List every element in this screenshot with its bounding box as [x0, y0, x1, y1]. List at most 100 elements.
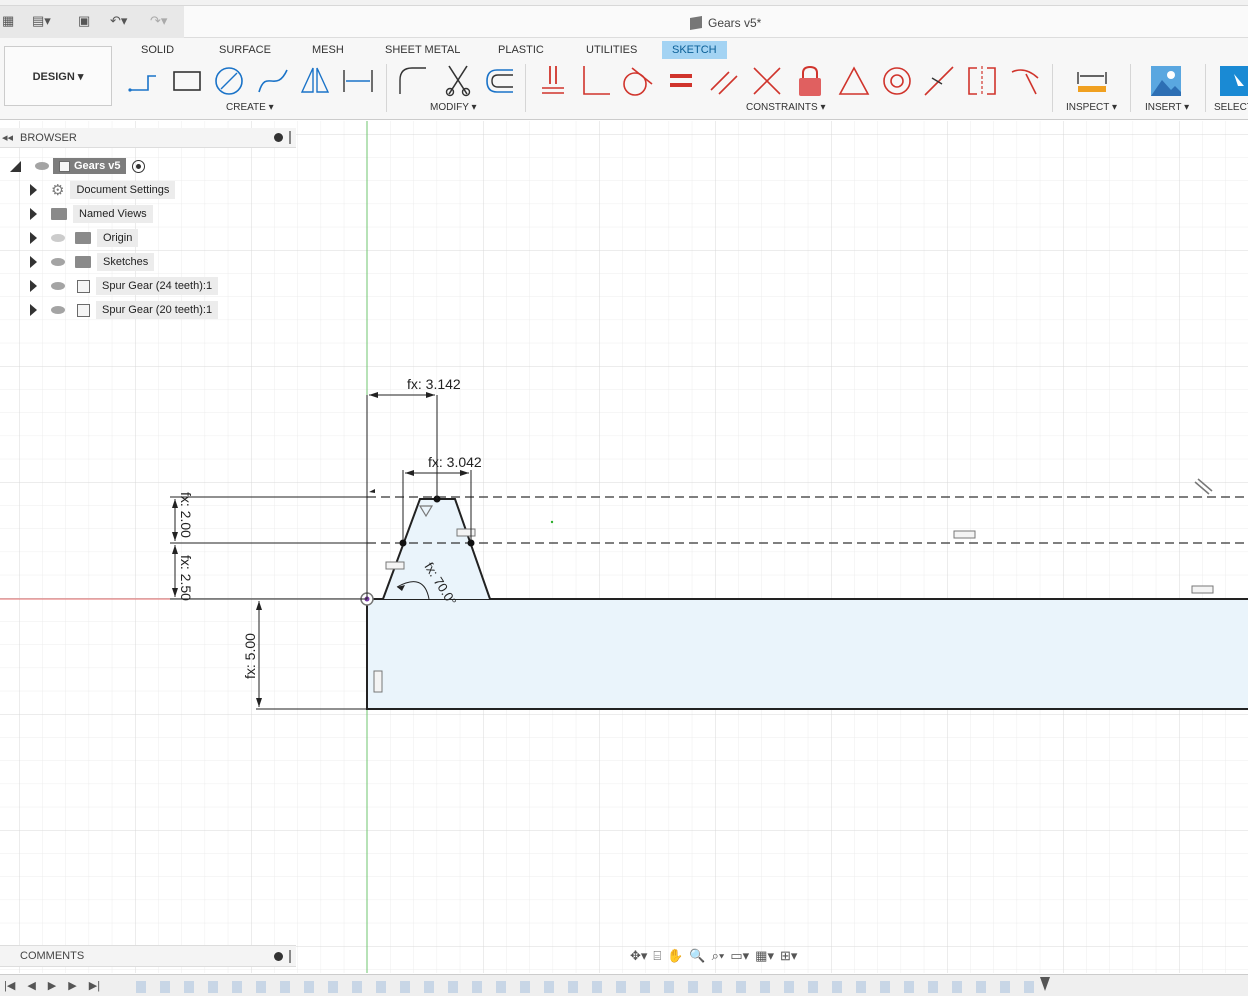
zoom-icon[interactable]: 🔍 [689, 948, 705, 964]
collinear-constraint-icon[interactable] [750, 64, 784, 98]
fillet-tool-icon[interactable] [396, 64, 430, 98]
symmetry-constraint-icon[interactable] [965, 64, 999, 98]
go-to-start-icon[interactable]: |◀ [4, 979, 15, 992]
collapse-triangle-icon[interactable] [10, 160, 21, 172]
vertical-constraint-glyph[interactable] [373, 670, 383, 693]
expand-triangle-icon[interactable] [30, 184, 37, 196]
curvature-constraint-icon[interactable] [1008, 64, 1042, 98]
coincident-constraint-icon[interactable] [536, 64, 570, 98]
viewports-icon[interactable]: ⊞▾ [780, 948, 797, 964]
app-grid-icon[interactable]: ▦ [2, 12, 14, 30]
rectangle-tool-icon[interactable] [170, 64, 204, 98]
perpendicular-constraint-icon[interactable] [578, 64, 612, 98]
trim-tool-icon[interactable] [441, 64, 475, 98]
visibility-eye-icon[interactable] [35, 162, 49, 170]
modify-menu[interactable]: MODIFY ▾ [430, 102, 477, 113]
browser-item-document-settings[interactable]: ⚙ Document Settings [30, 180, 176, 200]
grid-settings-icon[interactable]: ▦▾ [755, 948, 774, 964]
parallel-constraint-icon[interactable] [707, 64, 741, 98]
save-icon[interactable]: ▣ [78, 12, 90, 30]
select-menu[interactable]: SELECT [1214, 102, 1248, 113]
tab-sketch[interactable]: SKETCH [662, 41, 727, 59]
measure-tool-icon[interactable] [1075, 64, 1109, 98]
triangle-constraint-icon[interactable] [837, 64, 871, 98]
orbit-icon[interactable]: ✥▾ [630, 948, 647, 964]
play-icon[interactable]: ▶ [48, 979, 56, 992]
tab-surface[interactable]: SURFACE [209, 41, 281, 59]
offset-tool-icon[interactable] [483, 64, 517, 98]
dimension-height-b-label[interactable]: fx: 2.50 [178, 555, 194, 601]
zoom-window-icon[interactable]: ⌕▾ [712, 948, 725, 964]
panel-resize-handle[interactable] [289, 131, 291, 144]
browser-options-icon[interactable] [274, 133, 283, 142]
add-comment-icon[interactable] [274, 952, 283, 961]
step-back-icon[interactable]: ◀ [27, 979, 35, 992]
collapse-browser-icon[interactable]: ◂◂ [2, 131, 13, 144]
insert-image-icon[interactable] [1149, 64, 1183, 98]
expand-triangle-icon[interactable] [30, 256, 37, 268]
browser-item-named-views[interactable]: Named Views [30, 204, 153, 224]
tab-plastic[interactable]: PLASTIC [488, 41, 554, 59]
root-component-label[interactable]: Gears v5 [53, 158, 127, 174]
expand-triangle-icon[interactable] [30, 304, 37, 316]
tab-solid[interactable]: SOLID [131, 41, 184, 59]
panel-resize-handle[interactable] [289, 950, 291, 963]
insert-menu[interactable]: INSERT ▾ [1145, 102, 1189, 113]
tab-sheet-metal[interactable]: SHEET METAL [375, 41, 470, 59]
go-to-end-icon[interactable]: ▶| [89, 979, 100, 992]
dimension-height-c-label[interactable]: fx: 5.00 [242, 633, 258, 679]
browser-item-sketches[interactable]: Sketches [30, 252, 155, 272]
design-workspace-button[interactable]: DESIGN ▾ [4, 46, 112, 106]
browser-item-origin[interactable]: Origin [30, 228, 139, 248]
visibility-eye-icon[interactable] [51, 282, 65, 290]
line-tool-icon[interactable] [126, 64, 160, 98]
browser-item-spur-gear-24[interactable]: Spur Gear (24 teeth):1 [30, 276, 219, 296]
create-menu[interactable]: CREATE ▾ [226, 102, 274, 113]
equal-constraint-glyph[interactable] [456, 528, 476, 537]
concentric-constraint-icon[interactable] [880, 64, 914, 98]
expand-triangle-icon[interactable] [30, 280, 37, 292]
pitch-left-point[interactable] [399, 539, 407, 547]
tangent-constraint-icon[interactable] [620, 64, 654, 98]
inspect-menu[interactable]: INSPECT ▾ [1066, 102, 1117, 113]
expand-triangle-icon[interactable] [30, 232, 37, 244]
dimension-tool-icon[interactable] [341, 64, 375, 98]
midpoint-constraint-icon[interactable] [922, 64, 956, 98]
step-forward-icon[interactable]: ▶ [68, 979, 76, 992]
base-rectangle-profile[interactable] [366, 598, 1248, 710]
fix-lock-icon[interactable] [793, 64, 827, 98]
browser-item-spur-gear-20[interactable]: Spur Gear (20 teeth):1 [30, 300, 219, 320]
equal-constraint-glyph[interactable] [385, 561, 405, 570]
redo-icon[interactable]: ↷▾ [150, 12, 167, 30]
dimension-width-mid-label[interactable]: fx: 3.042 [428, 454, 482, 470]
file-menu-icon[interactable]: ▤▾ [32, 12, 51, 30]
ribbon: DESIGN ▾ SOLID SURFACE MESH SHEET METAL … [0, 38, 1248, 120]
circle-tool-icon[interactable] [212, 64, 246, 98]
timeline-marker-icon[interactable] [1040, 977, 1050, 991]
browser-root-row[interactable]: Gears v5 [10, 156, 146, 176]
pitch-right-point[interactable] [467, 539, 475, 547]
expand-triangle-icon[interactable] [30, 208, 37, 220]
dimension-width-top-label[interactable]: fx: 3.142 [407, 376, 461, 392]
horizontal-constraint-glyph[interactable] [953, 530, 976, 539]
display-settings-icon[interactable]: ▭▾ [730, 948, 749, 964]
activate-radio-icon[interactable] [132, 159, 146, 173]
select-tool-icon[interactable] [1218, 64, 1248, 98]
spline-tool-icon[interactable] [256, 64, 290, 98]
horizontal-constraint-glyph[interactable] [1191, 585, 1214, 594]
look-at-icon[interactable]: ⌸ [653, 948, 661, 964]
visibility-eye-icon[interactable] [51, 258, 65, 266]
timeline-feature-strip[interactable] [136, 981, 1036, 993]
hidden-eye-icon[interactable] [51, 234, 65, 242]
constraints-menu[interactable]: CONSTRAINTS ▾ [746, 102, 825, 113]
equal-constraint-icon[interactable] [664, 64, 698, 98]
undo-icon[interactable]: ↶▾ [110, 12, 127, 30]
tab-mesh[interactable]: MESH [302, 41, 354, 59]
comments-panel-header[interactable]: COMMENTS [0, 945, 296, 967]
mirror-tool-icon[interactable] [298, 64, 332, 98]
pan-hand-icon[interactable]: ✋ [667, 948, 683, 964]
dimension-height-a-label[interactable]: fx: 2.00 [178, 492, 194, 538]
visibility-eye-icon[interactable] [51, 306, 65, 314]
sketch-canvas[interactable]: fx: 3.142 fx: 3.042 fx: 2.00 fx: 2.50 fx… [0, 121, 1248, 973]
tab-utilities[interactable]: UTILITIES [576, 41, 647, 59]
